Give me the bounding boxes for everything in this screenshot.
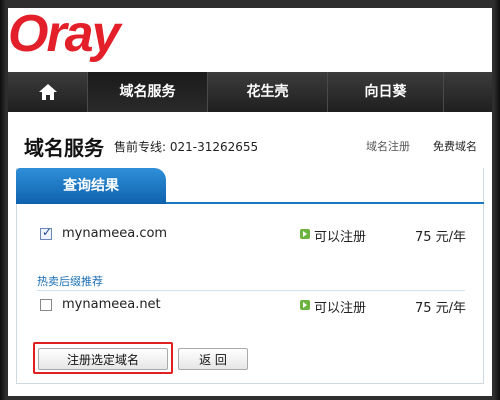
hotline-label: 售前专线: [114,140,167,154]
register-selected-button[interactable]: 注册选定域名 [38,348,168,370]
home-icon [38,84,57,100]
hotline: 售前专线: 021-31262655 [114,138,258,155]
result-row: ✓ mynameea.com 可以注册 75 元/年 [40,225,470,245]
result-checkbox[interactable]: ✓ [40,225,53,240]
recommend-price: 75 元/年 [415,301,467,316]
tab-bar: 查询结果 [16,168,484,204]
status-arrow-icon [300,229,310,239]
nav-item-more [444,72,492,112]
recommend-domain: mynameea.net [62,297,161,312]
main-nav: 域名服务 花生壳 向日葵 [8,72,492,112]
recommend-status: 可以注册 [314,301,367,316]
section-label-recommend: 热卖后缀推荐 [37,275,103,288]
recommend-row: mynameea.net 可以注册 75 元/年 [40,296,470,316]
nav-item-sunflower[interactable]: 向日葵 [328,72,444,112]
result-status: 可以注册 [314,230,367,245]
status-arrow-icon [300,300,310,310]
result-domain: mynameea.com [62,226,168,241]
oray-logo[interactable]: Oray [8,0,121,68]
check-icon: ✓ [42,225,53,239]
link-domain-register[interactable]: 域名注册 [366,138,410,154]
nav-item-peanut-shell[interactable]: 花生壳 [208,72,328,112]
title-row: 域名服务 售前专线: 021-31262655 域名注册 免费域名 [16,130,484,160]
result-price: 75 元/年 [415,230,467,245]
section-divider [37,290,465,291]
link-free-domain[interactable]: 免费域名 [433,138,477,154]
hotline-number: 021-31262655 [169,140,259,154]
back-button[interactable]: 返 回 [178,348,248,370]
nav-item-domain-service[interactable]: 域名服务 [88,72,208,112]
nav-home[interactable] [8,72,88,112]
tab-query-results[interactable]: 查询结果 [16,168,166,204]
page-title: 域名服务 [24,136,104,160]
recommend-checkbox[interactable] [40,299,52,311]
